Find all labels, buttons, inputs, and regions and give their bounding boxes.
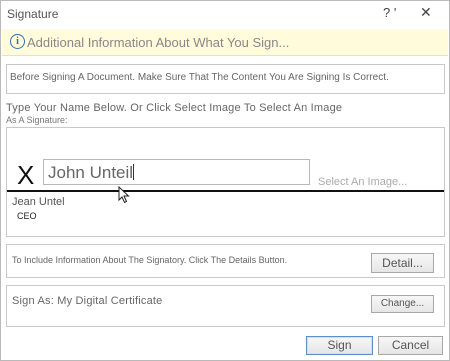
details-text: To Include Information About The Signato… [12, 255, 288, 265]
detail-button[interactable]: Detail... [371, 253, 434, 273]
warning-box: Before Signing A Document. Make Sure Tha… [6, 64, 445, 94]
select-image-link[interactable]: Select An Image... [318, 176, 407, 188]
close-button[interactable]: ✕ [420, 4, 432, 21]
sign-as-text: Sign As: My Digital Certificate [12, 295, 163, 307]
signer-title: CEO [17, 211, 37, 221]
sign-as-box: Sign As: My Digital Certificate Change..… [6, 285, 445, 327]
signature-name-value: John Unteil [48, 163, 134, 182]
warning-text: Before Signing A Document. Make Sure Tha… [10, 72, 389, 83]
info-icon: i [10, 34, 25, 49]
title-bar: Signature ? ' ✕ [1, 1, 449, 27]
signature-x-mark: X [17, 160, 35, 190]
details-box: To Include Information About The Signato… [6, 244, 445, 278]
signature-area: X John Unteil Select An Image... Jean Un… [6, 127, 445, 237]
info-link[interactable]: Additional Information About What You Si… [27, 35, 289, 50]
sign-button[interactable]: Sign [306, 336, 373, 355]
signer-name: Jean Untel [12, 196, 65, 208]
instruction-text-continued: As A Signature: [6, 115, 68, 125]
mouse-pointer-icon [118, 186, 130, 204]
signature-line [7, 190, 444, 192]
signature-dialog: Signature ? ' ✕ i Additional Information… [0, 0, 450, 361]
info-bar[interactable]: i Additional Information About What You … [2, 29, 448, 56]
cancel-button[interactable]: Cancel [378, 336, 443, 355]
dialog-title: Signature [7, 7, 59, 21]
signature-name-input[interactable]: John Unteil [43, 159, 310, 185]
change-certificate-button[interactable]: Change... [371, 295, 434, 313]
text-caret [133, 164, 135, 180]
help-button[interactable]: ? ' [383, 5, 396, 20]
instruction-text: Type Your Name Below. Or Click Select Im… [6, 102, 343, 114]
